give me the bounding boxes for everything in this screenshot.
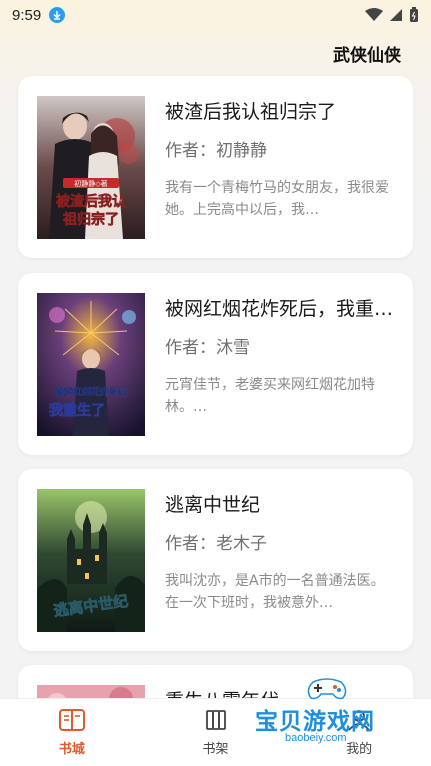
- book-card[interactable]: 被网红烟花炸死后 我重生了 被网红烟花炸死后，我重生了 作者：沐雪 元宵佳节，老…: [18, 273, 413, 455]
- cover-title-a: 被网红烟花炸死后: [55, 386, 127, 398]
- cover-title-b: 祖归宗了: [62, 211, 119, 228]
- tab-profile[interactable]: 我的: [287, 699, 431, 766]
- status-time: 9:59: [12, 6, 42, 24]
- book-author: 作者：初静静: [165, 141, 267, 161]
- cover-title-b: 我重生了: [49, 402, 105, 419]
- bookshelf-icon: [205, 710, 226, 730]
- book-title: 逃离中世纪: [165, 494, 261, 516]
- user-icon: [348, 710, 370, 731]
- bottom-tab-bar: 书城 书架 我的: [0, 698, 431, 766]
- book-cover: 被网红烟花炸死后 我重生了: [37, 293, 145, 436]
- book-description: 元宵佳节，老婆买来网红烟花加特林。…: [165, 377, 375, 415]
- book-open-icon: [58, 709, 85, 731]
- tab-bookshelf[interactable]: 书架: [144, 699, 288, 766]
- book-cover: 初静静◇著 被渣后我认 祖归宗了: [37, 96, 145, 239]
- header: 武侠仙侠: [333, 38, 401, 68]
- signal-icon: [390, 9, 402, 21]
- cover-title-a: 被渣后我认: [56, 193, 127, 210]
- book-cover: 逃离中世纪: [37, 489, 145, 632]
- cover-author: 初静静◇著: [74, 179, 107, 188]
- tab-label: 书城: [58, 742, 85, 757]
- page-title: 武侠仙侠: [333, 45, 401, 66]
- download-icon: [49, 7, 66, 23]
- book-author: 作者：沐雪: [165, 338, 250, 358]
- book-description: 我有一个青梅竹马的女朋友，我很爱她。上完高中以后，我…: [165, 180, 389, 218]
- tab-bookstore[interactable]: 书城: [0, 699, 144, 766]
- battery-icon: [410, 7, 418, 22]
- book-title: 被渣后我认祖归宗了: [165, 101, 337, 123]
- tab-label: 书架: [202, 742, 229, 757]
- book-card[interactable]: 逃离中世纪 逃离中世纪 作者：老木子 我叫沈亦，是A市的一名普通法医。在一次下班…: [18, 469, 413, 651]
- book-title: 被网红烟花炸死后，我重生了: [165, 298, 397, 320]
- status-bar: 9:59: [0, 0, 431, 30]
- status-icons: [365, 7, 419, 23]
- book-card[interactable]: 初静静◇著 被渣后我认 祖归宗了 被渣后我认祖归宗了 作者：初静静 我有一个青梅…: [18, 76, 413, 258]
- book-description: 我叫沈亦，是A市的一名普通法医。在一次下班时，我被意外…: [165, 573, 385, 611]
- tab-label: 我的: [346, 742, 373, 757]
- book-author: 作者：老木子: [165, 534, 267, 554]
- wifi-icon: [365, 8, 383, 21]
